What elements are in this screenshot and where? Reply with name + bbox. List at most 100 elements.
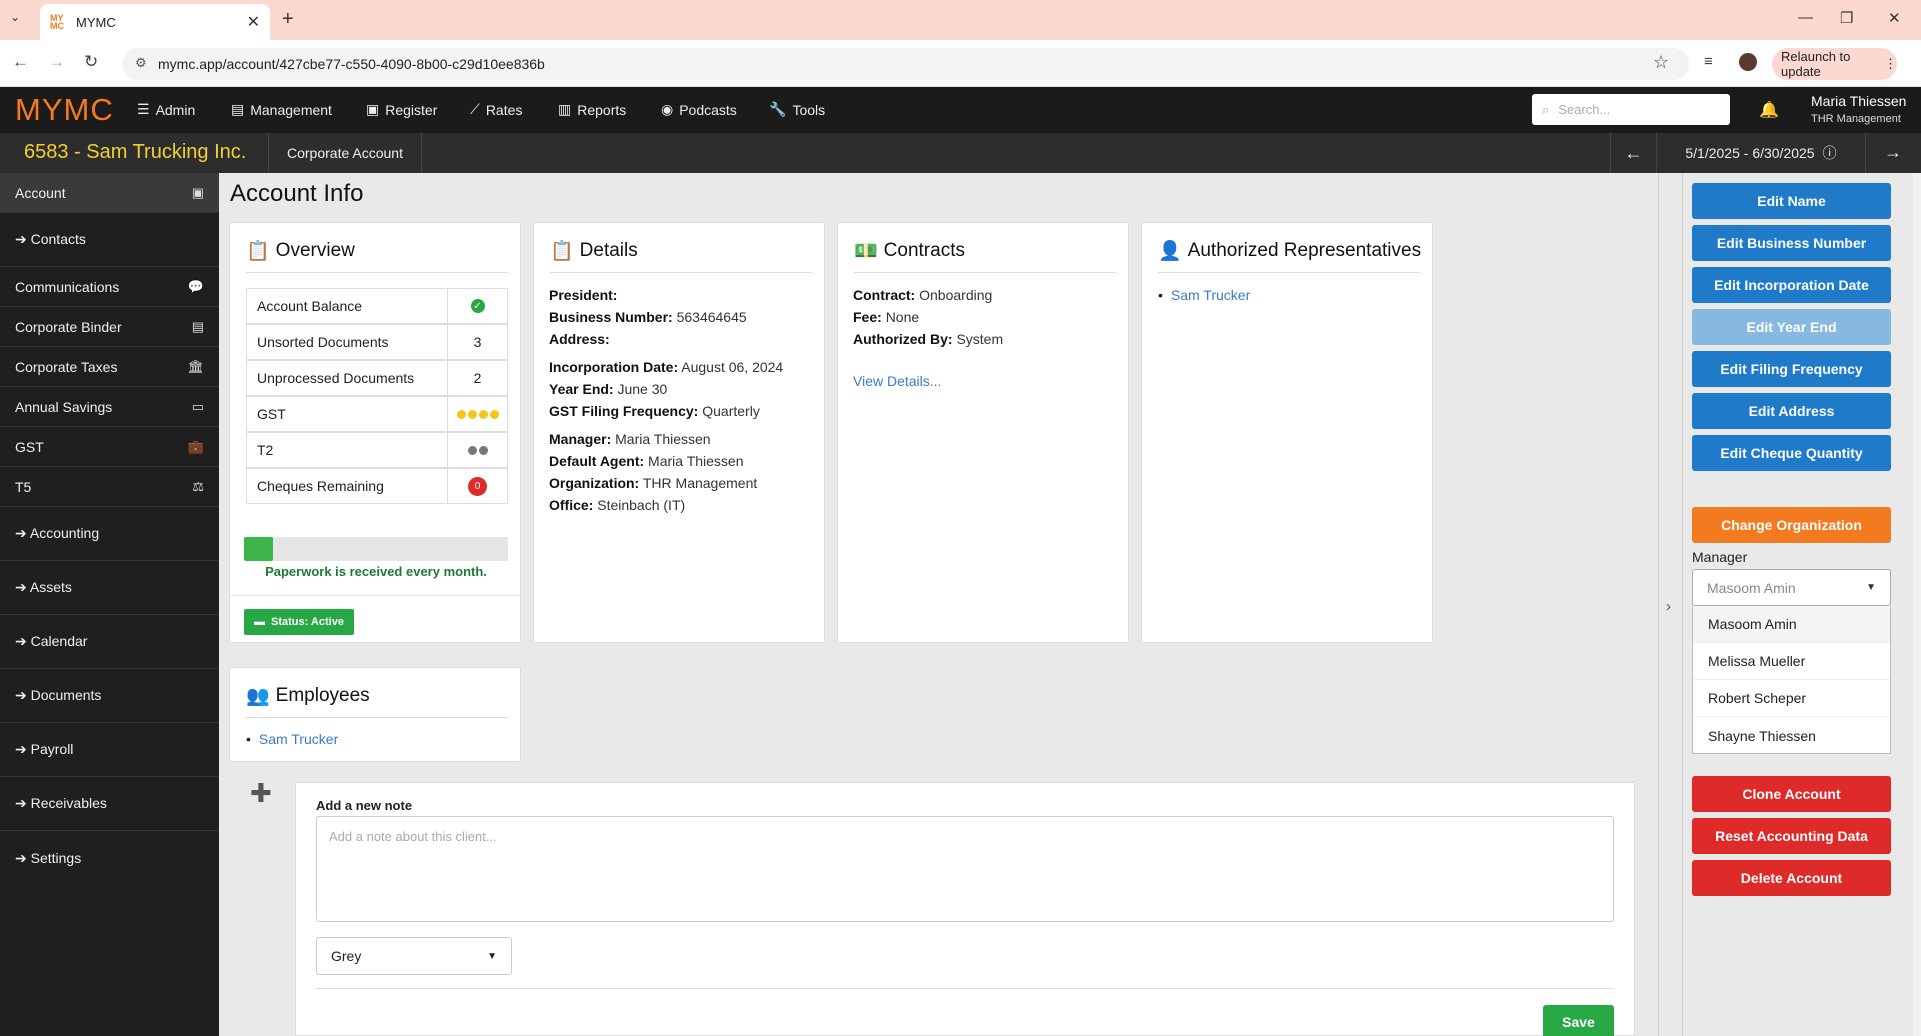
sidebar-item-contacts[interactable]: ➔ Contacts — [0, 213, 219, 267]
sidebar-item-payroll[interactable]: ➔ Payroll — [0, 723, 219, 777]
contract-fee: Fee: None — [853, 309, 920, 325]
url-bar[interactable]: mymc.app/account/427cbe77-c550-4090-8b00… — [122, 48, 1689, 80]
close-tab-icon[interactable]: ✕ — [247, 12, 260, 32]
minimize-icon[interactable]: — — [1798, 9, 1813, 26]
delete-account-button[interactable]: Delete Account — [1692, 860, 1891, 896]
edit-filing-frequency-button[interactable]: Edit Filing Frequency — [1692, 351, 1891, 387]
list-item: • Sam Trucker — [246, 731, 339, 747]
edit-name-button[interactable]: Edit Name — [1692, 183, 1891, 219]
new-tab-icon[interactable]: + — [282, 8, 294, 31]
notifications-bell-icon[interactable]: 🔔 — [1759, 100, 1779, 120]
overview-card: 📋 Overview Account Balance ✓ Unsorted Doc… — [229, 222, 521, 643]
sidebar-item-gst[interactable]: GST 💼 — [0, 427, 219, 467]
note-color-select[interactable]: Grey ▼ — [316, 937, 512, 975]
divider — [246, 717, 508, 718]
overview-row-unsorted-documents[interactable]: Unsorted Documents 3 — [246, 324, 508, 360]
next-period-arrow-icon[interactable]: → — [1884, 142, 1902, 163]
forward-icon[interactable]: → — [48, 52, 65, 72]
app-logo[interactable]: MYMC — [15, 92, 114, 128]
paperwork-text: Paperwork is received every month. — [265, 564, 487, 579]
overview-row-unprocessed-documents[interactable]: Unprocessed Documents 2 — [246, 360, 508, 396]
overview-row-cheques-remaining: Cheques Remaining 0 — [246, 468, 508, 504]
plus-icon[interactable]: ✚ — [250, 778, 272, 809]
bookmark-star-icon[interactable]: ☆ — [1653, 52, 1669, 73]
sidebar-item-documents[interactable]: ➔ Documents — [0, 669, 219, 723]
edit-address-button[interactable]: Edit Address — [1692, 393, 1891, 429]
manager-option[interactable]: Shayne Thiessen — [1693, 717, 1890, 754]
tab-list-chevron-icon[interactable]: ⌄ — [10, 10, 20, 24]
clone-account-button[interactable]: Clone Account — [1692, 776, 1891, 812]
restore-icon[interactable]: ❐ — [1840, 9, 1853, 27]
sidebar-item-settings[interactable]: ➔ Settings — [0, 831, 219, 885]
divider — [1158, 272, 1420, 273]
nav-management[interactable]: ▤ Management — [231, 101, 332, 118]
sidebar-item-annual-savings[interactable]: Annual Savings ▭ — [0, 387, 219, 427]
reload-icon[interactable]: ↻ — [84, 52, 98, 72]
status-dot — [467, 445, 477, 455]
employee-link[interactable]: Sam Trucker — [259, 731, 338, 747]
previous-period-arrow-icon[interactable]: ← — [1610, 133, 1656, 173]
representative-link[interactable]: Sam Trucker — [1171, 287, 1250, 303]
caret-down-icon: ▼ — [487, 950, 497, 962]
status-badge[interactable]: ▬ Status: Active — [244, 609, 354, 635]
manager-option[interactable]: Masoom Amin — [1693, 606, 1890, 643]
note-textarea[interactable]: Add a note about this client... — [316, 816, 1614, 922]
manager-option[interactable]: Robert Scheper — [1693, 680, 1890, 717]
sidebar-item-corporate-binder[interactable]: Corporate Binder ▤ — [0, 307, 219, 347]
edit-year-end-button[interactable]: Edit Year End — [1692, 309, 1891, 345]
manager-select[interactable]: Masoom Amin ▼ — [1692, 569, 1891, 606]
rail-toggle[interactable]: › — [1659, 173, 1683, 1036]
bank-icon: 🏛 — [187, 358, 204, 374]
nav-register[interactable]: ▣ Register — [366, 101, 437, 118]
search-input[interactable]: ⌕ Search... — [1532, 94, 1730, 125]
sidebar-item-calendar[interactable]: ➔ Calendar — [0, 615, 219, 669]
period-selector[interactable]: 5/1/2025 - 6/30/2025 ⓘ — [1656, 133, 1866, 173]
info-circle-icon[interactable]: ⓘ — [1823, 143, 1837, 163]
nav-podcasts[interactable]: ◉ Podcasts — [661, 101, 737, 118]
comments-icon: 💬 — [187, 278, 204, 294]
cheques-count-badge: 0 — [468, 476, 487, 496]
url-text: mymc.app/account/427cbe77-c550-4090-8b00… — [158, 56, 545, 72]
manager-option[interactable]: Melissa Mueller — [1693, 643, 1890, 680]
more-menu-icon[interactable]: ⋮ — [1884, 56, 1897, 72]
back-icon[interactable]: ← — [12, 52, 29, 72]
nav-reports[interactable]: ▥ Reports — [558, 101, 626, 118]
arrow-right-icon: ➔ — [15, 687, 31, 703]
reset-accounting-data-button[interactable]: Reset Accounting Data — [1692, 818, 1891, 854]
check-circle-icon: ✓ — [470, 299, 485, 313]
clipboard-list-icon: 📋 — [550, 241, 574, 262]
overview-row-gst: GST — [246, 396, 508, 432]
sidebar-item-accounting[interactable]: ➔ Accounting — [0, 507, 219, 561]
media-icon[interactable]: ≡ — [1704, 53, 1713, 70]
save-note-button[interactable]: Save — [1543, 1005, 1614, 1036]
view-details-link[interactable]: View Details... — [853, 373, 941, 389]
user-name[interactable]: Maria Thiessen — [1811, 93, 1906, 109]
detail-president: President: — [549, 287, 618, 303]
sidebar-item-assets[interactable]: ➔ Assets — [0, 561, 219, 615]
close-window-icon[interactable]: ✕ — [1888, 9, 1901, 27]
nav-rates[interactable]: ⟋ Rates — [470, 101, 522, 118]
scrollbar[interactable] — [1913, 173, 1921, 1036]
edit-incorporation-date-button[interactable]: Edit Incorporation Date — [1692, 267, 1891, 303]
profile-avatar[interactable] — [1739, 53, 1757, 71]
tab-title: MYMC — [76, 14, 116, 30]
site-info-icon[interactable]: ⚙ — [135, 55, 147, 71]
contracts-title: 💵 Contracts — [854, 240, 965, 262]
clipboard-icon: 📋 — [246, 241, 270, 262]
sidebar-item-account[interactable]: Account ▣ — [0, 173, 219, 213]
sidebar-item-corporate-taxes[interactable]: Corporate Taxes 🏛 — [0, 347, 219, 387]
corporate-account-tab[interactable]: Corporate Account — [268, 133, 422, 173]
sidebar-item-t5[interactable]: T5 ⚖ — [0, 467, 219, 507]
sidebar-item-receivables[interactable]: ➔ Receivables — [0, 777, 219, 831]
divider — [550, 272, 812, 273]
detail-year-end: Year End: June 30 — [549, 381, 668, 397]
sidebar-item-communications[interactable]: Communications 💬 — [0, 267, 219, 307]
nav-admin[interactable]: ☰ Admin — [137, 101, 195, 118]
change-organization-button[interactable]: Change Organization — [1692, 507, 1891, 543]
edit-business-number-button[interactable]: Edit Business Number — [1692, 225, 1891, 261]
edit-cheque-quantity-button[interactable]: Edit Cheque Quantity — [1692, 435, 1891, 471]
detail-default-agent: Default Agent: Maria Thiessen — [549, 453, 744, 469]
browser-tab[interactable]: MY MC MYMC ✕ — [40, 4, 270, 40]
relaunch-button[interactable]: Relaunch to update ⋮ — [1772, 48, 1897, 80]
nav-tools[interactable]: 🔧 Tools — [769, 101, 825, 118]
